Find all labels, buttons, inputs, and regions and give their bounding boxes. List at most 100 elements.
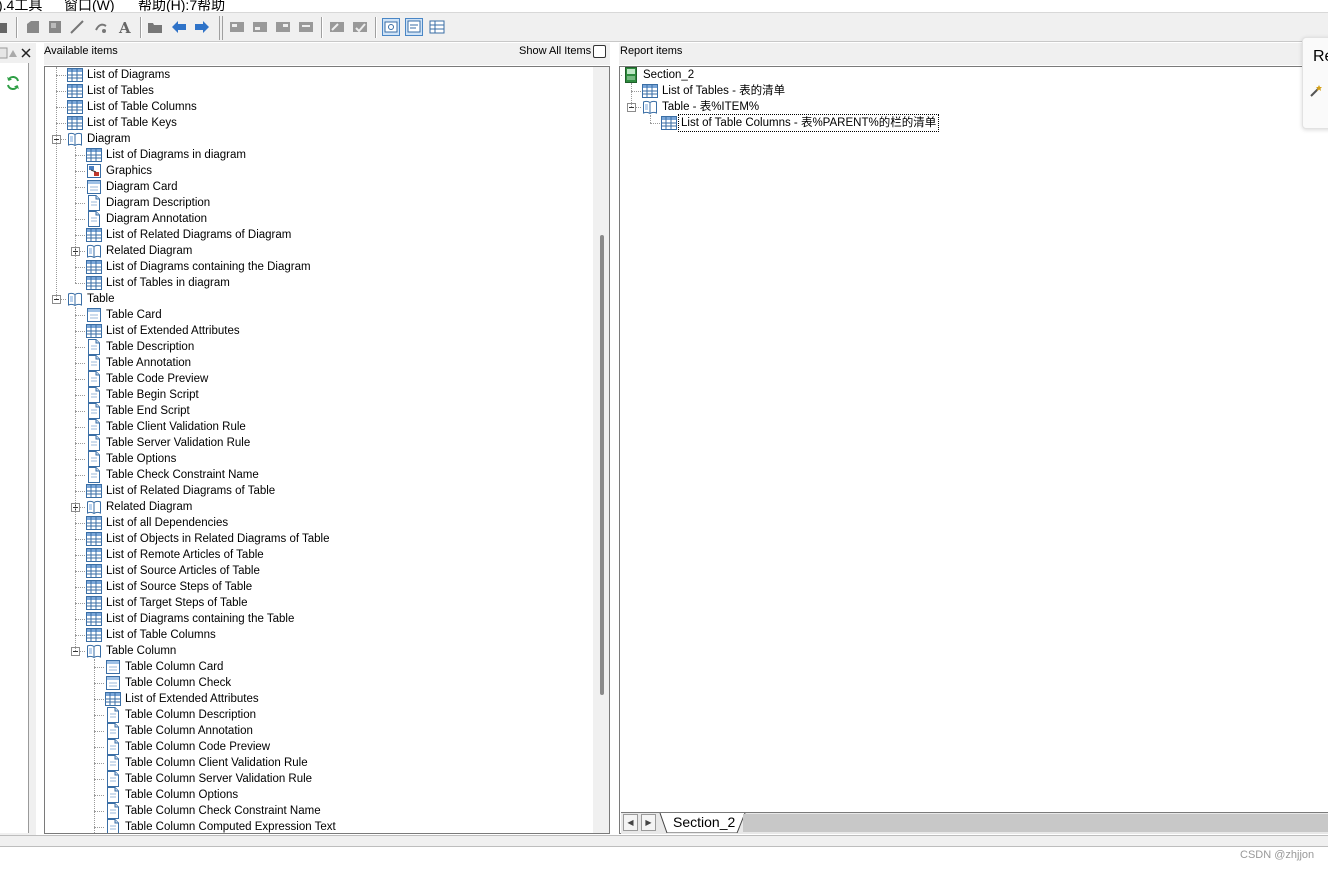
menu-bar: ).4工具 窗口(W) 帮助(H):7帮助 [0, 0, 1328, 12]
tree-connector [75, 555, 85, 556]
tree-connector [75, 443, 85, 444]
list-icon [86, 148, 102, 162]
tree-connector [75, 571, 85, 572]
book-icon [68, 132, 82, 147]
report-items-tree[interactable]: Section_2 List of Tables - 表的清单 Table - 表%… [619, 66, 1328, 834]
tree-connector [75, 379, 85, 380]
card-icon [106, 676, 120, 690]
doc-icon [88, 451, 100, 467]
toolbar-separator [375, 17, 376, 38]
tree-guide [75, 307, 76, 651]
doc-icon [88, 387, 100, 403]
tree-item-label: Table Column Card [125, 661, 224, 673]
tree-connector [56, 75, 66, 76]
folder-icon[interactable] [146, 18, 164, 36]
doc-icon [88, 371, 100, 387]
text-icon[interactable]: A [116, 18, 134, 36]
tree-connector [75, 267, 85, 268]
grid-view-icon[interactable] [428, 18, 446, 36]
tree-item-label: List of Table Columns [87, 101, 197, 113]
menu-window[interactable]: 窗口(W) [64, 0, 115, 12]
page-icon[interactable] [351, 18, 369, 36]
image-icon[interactable] [46, 18, 64, 36]
tree-connector [94, 699, 104, 700]
tree-connector [94, 731, 104, 732]
tree-connector [75, 155, 85, 156]
tree-item-label: List of Diagrams in diagram [106, 149, 246, 161]
tree-connector [75, 187, 85, 188]
tree-connector [56, 123, 66, 124]
tree-guide [56, 67, 57, 299]
tab-bar-filler [743, 814, 1328, 832]
book-icon [68, 292, 82, 307]
list-icon [86, 548, 102, 562]
list-icon [67, 68, 83, 82]
refresh-icon[interactable] [5, 75, 21, 91]
menu-help[interactable]: 帮助(H):7帮助 [138, 0, 225, 12]
doc-icon [107, 819, 119, 833]
tree-item-label: Related Diagram [106, 501, 193, 513]
align-icon[interactable] [228, 18, 246, 36]
tree-connector [94, 811, 104, 812]
align-icon[interactable] [251, 18, 269, 36]
popup-label: Re [1313, 48, 1328, 65]
tree-connector [75, 491, 85, 492]
tree-connector [620, 75, 622, 76]
tree-connector [75, 395, 85, 396]
tree-connector [75, 411, 85, 412]
doc-icon [88, 355, 100, 371]
tree-connector [94, 683, 104, 684]
toolbar-grip[interactable] [219, 16, 223, 40]
tree-item-label: Table Annotation [106, 357, 192, 369]
book-icon [87, 500, 101, 515]
align-icon[interactable] [297, 18, 315, 36]
svg-text:A: A [118, 19, 131, 36]
tool-icon[interactable] [0, 18, 12, 36]
tree-connector [75, 539, 85, 540]
show-all-items-checkbox[interactable] [593, 45, 606, 58]
tree-connector [75, 235, 85, 236]
tab-scroll-right-button[interactable]: ▶ [641, 814, 656, 831]
align-icon[interactable] [274, 18, 292, 36]
list-icon [86, 596, 102, 610]
tree-guide [75, 147, 76, 283]
tree-connector [75, 635, 85, 636]
arrow-left-icon[interactable] [170, 18, 188, 36]
tree-connector [650, 123, 660, 124]
show-all-items-label[interactable]: Show All Items [519, 45, 591, 57]
pane-controls [0, 47, 31, 59]
tree-connector [75, 523, 85, 524]
list-icon [86, 484, 102, 498]
magic-wand-icon[interactable] [1309, 84, 1323, 98]
preview-icon[interactable] [382, 18, 400, 36]
floating-popup[interactable]: Re [1302, 37, 1328, 129]
available-items-tree[interactable]: List of Diagrams List of Tables List of Ta… [44, 66, 610, 834]
tree-connector [56, 91, 66, 92]
line-icon[interactable] [68, 18, 86, 36]
tree-item-label: Table - 表%ITEM% [662, 101, 760, 113]
list-icon [67, 100, 83, 114]
page-icon[interactable] [328, 18, 346, 36]
link-icon[interactable] [92, 18, 110, 36]
tab-section-2[interactable]: Section_2 [665, 812, 741, 832]
toolbar-separator [321, 17, 322, 38]
doc-icon [107, 723, 119, 739]
book-icon [87, 244, 101, 259]
arrow-right-icon[interactable] [193, 18, 211, 36]
available-items-scrollbar[interactable] [593, 67, 609, 833]
tree-connector [94, 763, 104, 764]
tree-item-label: Diagram Card [106, 181, 178, 193]
tree-connector [75, 475, 85, 476]
tree-item-label: Table Column Options [125, 789, 239, 801]
scrollbar-thumb[interactable] [600, 235, 604, 695]
shape-icon[interactable] [24, 18, 42, 36]
toolbar: A [0, 12, 1328, 42]
tree-item-label: List of Source Articles of Table [106, 565, 260, 577]
list-icon [105, 692, 121, 706]
menu-tools[interactable]: ).4工具 [0, 0, 42, 12]
section-tab-bar: ◀ ▶ Section_2 [621, 812, 1328, 834]
list-icon [86, 628, 102, 642]
book-icon [87, 644, 101, 659]
report-view-icon[interactable] [405, 18, 423, 36]
tab-scroll-left-button[interactable]: ◀ [623, 814, 638, 831]
